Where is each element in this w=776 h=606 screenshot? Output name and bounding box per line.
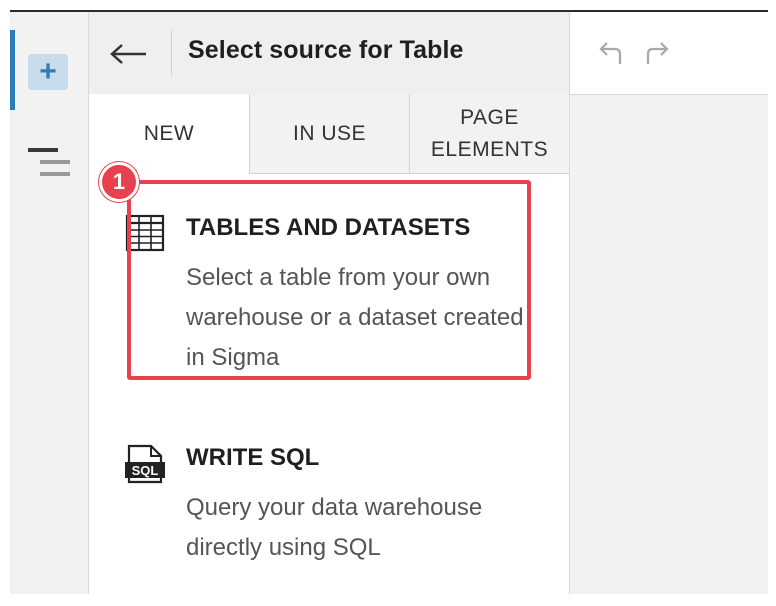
canvas-area [570, 12, 768, 594]
tab-label: IN USE [292, 121, 366, 145]
option-title: WRITE SQL [186, 444, 320, 471]
sql-file-icon: SQL [125, 444, 165, 484]
rail-active-indicator [10, 30, 15, 110]
back-button[interactable] [107, 34, 151, 74]
left-rail: + [10, 12, 89, 594]
add-element-button[interactable]: + [28, 54, 68, 90]
source-panel: Select source for Table NEW IN USE PAGE … [89, 12, 570, 594]
tab-label: PAGE ELEMENTS [430, 105, 549, 161]
annotation-highlight-box [127, 180, 531, 380]
write-sql-option[interactable]: SQL WRITE SQL Query your data warehouse … [125, 444, 545, 574]
app-window: + Select source for Table NEW IN USE PAG… [10, 10, 768, 594]
toolbar [570, 12, 768, 95]
panel-header: Select source for Table [89, 12, 569, 95]
source-tabs: NEW IN USE PAGE ELEMENTS [89, 94, 569, 174]
tab-page-elements[interactable]: PAGE ELEMENTS [409, 94, 569, 174]
redo-icon[interactable] [644, 40, 672, 68]
tab-in-use[interactable]: IN USE [249, 94, 409, 174]
option-description: Query your data warehouse directly using… [186, 494, 483, 561]
page-title: Select source for Table [188, 36, 464, 64]
header-divider [171, 30, 172, 76]
undo-icon[interactable] [596, 40, 624, 68]
tab-label: NEW [143, 122, 195, 145]
sql-icon-text: SQL [132, 463, 159, 478]
annotation-badge: 1 [99, 162, 139, 202]
layers-icon[interactable] [28, 148, 70, 184]
plus-icon: + [39, 55, 57, 88]
arrow-left-icon [110, 44, 146, 64]
